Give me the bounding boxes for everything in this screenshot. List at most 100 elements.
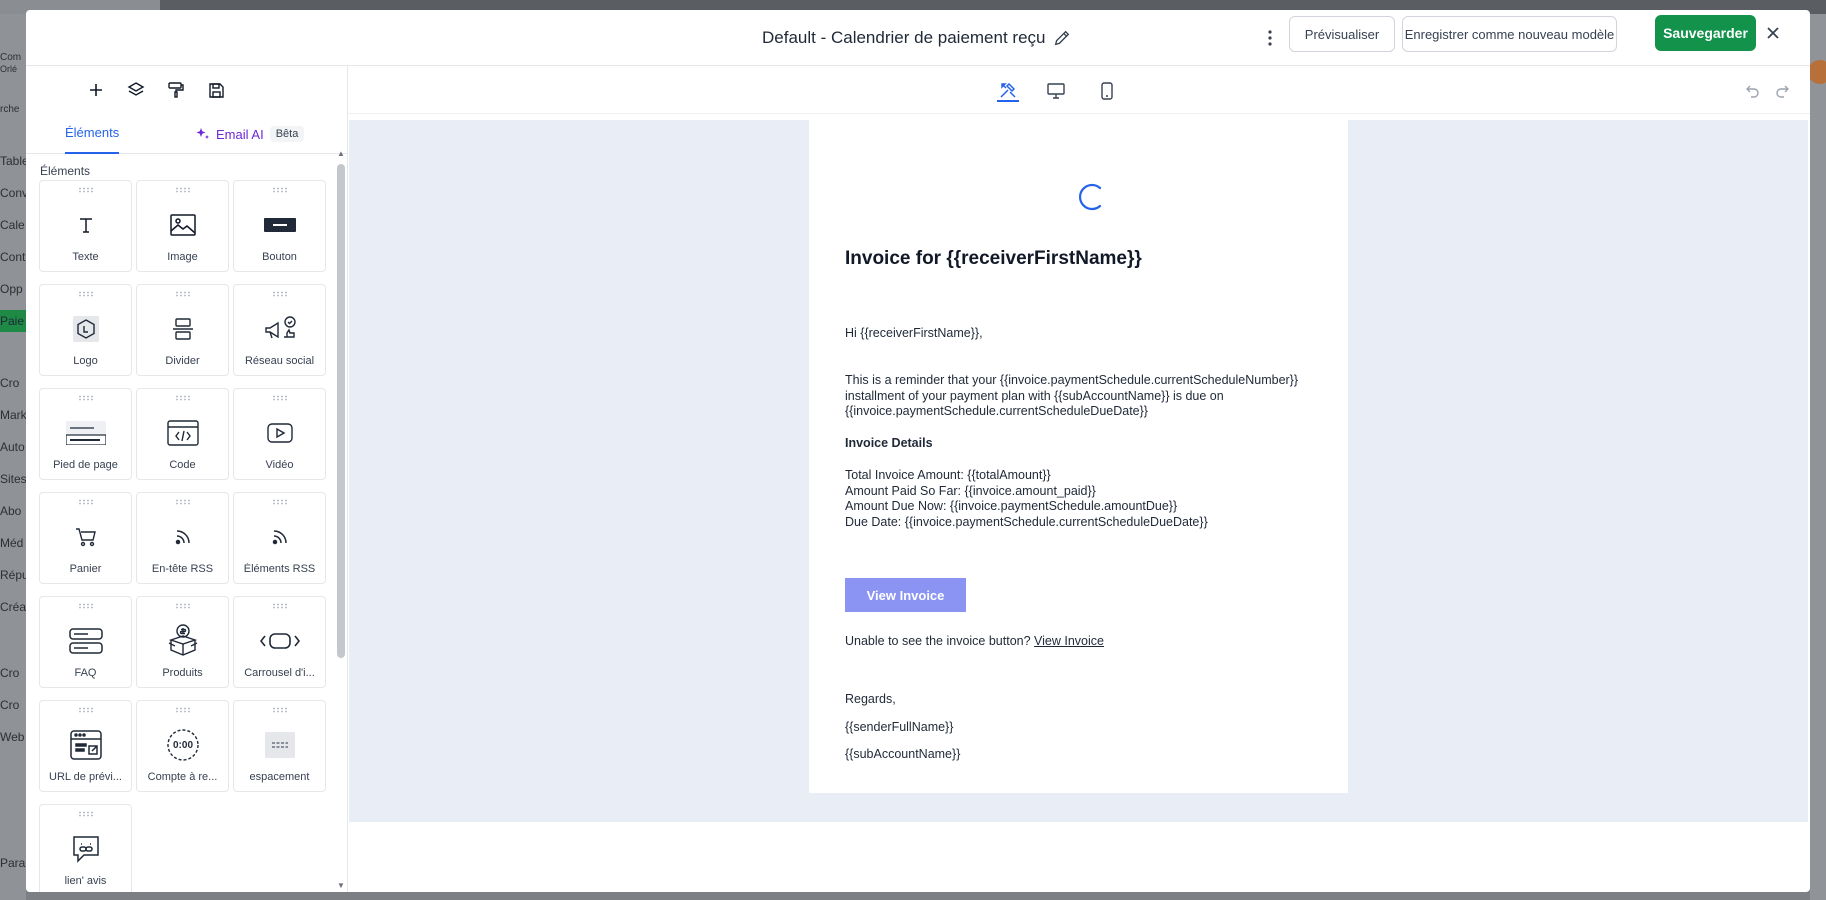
logo-icon (40, 315, 131, 343)
background-crumb: Com (0, 52, 22, 63)
drag-handle-icon[interactable] (78, 395, 94, 401)
beta-badge: Bêta (269, 126, 305, 142)
element-card-review-link[interactable]: lien' avis (39, 804, 132, 892)
save-disk-icon[interactable] (205, 79, 227, 101)
drag-handle-icon[interactable] (78, 707, 94, 713)
drag-handle-icon[interactable] (78, 291, 94, 297)
social-icon (234, 315, 325, 343)
drag-handle-icon[interactable] (272, 395, 288, 401)
mobile-view-icon[interactable] (1096, 80, 1118, 102)
element-label: Panier (69, 563, 102, 575)
view-invoice-link[interactable]: View Invoice (1034, 634, 1104, 648)
background-nav-item: Conv (0, 186, 26, 200)
element-card-carousel[interactable]: Carrousel d'i... (233, 596, 326, 688)
undo-icon[interactable] (1744, 82, 1762, 100)
pencil-icon[interactable] (1053, 29, 1071, 47)
more-options-icon[interactable] (1258, 24, 1282, 52)
drag-handle-icon[interactable] (175, 395, 191, 401)
element-label: Bouton (262, 251, 297, 263)
element-card-rss-items[interactable]: Éléments RSS (233, 492, 326, 584)
element-label: Logo (73, 355, 98, 367)
panel-scrollbar[interactable]: ▲ ▼ (337, 150, 345, 890)
background-sidebar: Com Orlé rche Table Conv Cale Cont Opp P… (0, 14, 26, 900)
add-icon[interactable] (85, 79, 107, 101)
drag-handle-icon[interactable] (175, 187, 191, 193)
element-card-preview-url[interactable]: URL de prévi... (39, 700, 132, 792)
layers-icon[interactable] (125, 79, 147, 101)
save-as-template-button[interactable]: Enregistrer comme nouveau modèle (1402, 16, 1617, 52)
drag-handle-icon[interactable] (272, 187, 288, 193)
drag-handle-icon[interactable] (78, 811, 94, 817)
element-label: Texte (72, 251, 99, 263)
element-card-products[interactable]: Produits (136, 596, 229, 688)
element-card-faq[interactable]: FAQ (39, 596, 132, 688)
element-card-cart[interactable]: Panier (39, 492, 132, 584)
countdown-text: 0:00 (172, 740, 192, 751)
element-label: Image (167, 251, 198, 263)
element-label: Produits (162, 667, 203, 679)
drag-handle-icon[interactable] (78, 187, 94, 193)
drag-handle-icon[interactable] (78, 499, 94, 505)
paint-roller-icon[interactable] (165, 79, 187, 101)
element-label: lien' avis (64, 875, 107, 887)
background-crumb: rche (0, 104, 20, 115)
canvas-toolbar (348, 66, 1810, 114)
scroll-up-icon[interactable]: ▲ (337, 150, 345, 158)
background-nav-item: Auto (0, 440, 25, 454)
element-card-spacer[interactable]: espacement (233, 700, 326, 792)
element-card-code[interactable]: Code (136, 388, 229, 480)
element-card-image[interactable]: Image (136, 180, 229, 272)
background-nav-item: Sites (0, 472, 26, 486)
element-card-text[interactable]: Texte (39, 180, 132, 272)
drag-handle-icon[interactable] (272, 291, 288, 297)
email-detail-paid: Amount Paid So Far: {{invoice.amount_pai… (845, 483, 1096, 498)
drag-handle-icon[interactable] (175, 291, 191, 297)
elements-panel: Éléments Email AI Bêta Éléments Texte Im… (26, 66, 348, 892)
element-label: Carrousel d'i... (244, 667, 315, 679)
element-card-logo[interactable]: Logo (39, 284, 132, 376)
scrollbar-thumb[interactable] (337, 164, 345, 658)
preview-button[interactable]: Prévisualiser (1289, 16, 1395, 52)
image-icon (137, 211, 228, 239)
tab-email-ai[interactable]: Email AI Bêta (196, 114, 305, 154)
scroll-down-icon[interactable]: ▼ (337, 882, 345, 890)
spacer-icon (234, 731, 325, 759)
drag-handle-icon[interactable] (78, 603, 94, 609)
drag-handle-icon[interactable] (272, 499, 288, 505)
element-card-footer[interactable]: Pied de page (39, 388, 132, 480)
desktop-view-icon[interactable] (1045, 80, 1067, 102)
drag-handle-icon[interactable] (175, 499, 191, 505)
builder-tools-icon[interactable] (997, 80, 1019, 102)
template-title-text: Default - Calendrier de paiement reçu (762, 28, 1046, 47)
background-nav-item: Web (0, 730, 25, 744)
email-title: Invoice for {{receiverFirstName}} (845, 248, 1142, 269)
element-card-button[interactable]: Bouton (233, 180, 326, 272)
panel-tabs: Éléments Email AI Bêta (26, 114, 348, 154)
view-invoice-button[interactable]: View Invoice (845, 578, 966, 612)
drag-handle-icon[interactable] (175, 707, 191, 713)
element-card-video[interactable]: Vidéo (233, 388, 326, 480)
element-card-social[interactable]: Réseau social (233, 284, 326, 376)
background-crumb: Orlé (0, 64, 18, 74)
drag-handle-icon[interactable] (175, 603, 191, 609)
review-link-icon (40, 835, 131, 863)
preview-url-icon (40, 730, 131, 760)
element-label: Pied de page (53, 459, 118, 471)
save-button[interactable]: Sauvegarder (1655, 15, 1756, 51)
modal-header: Default - Calendrier de paiement reçu Pr… (26, 10, 1810, 66)
email-preview[interactable]: Invoice for {{receiverFirstName}} Hi {{r… (809, 120, 1348, 793)
close-icon[interactable] (1762, 22, 1784, 44)
video-icon (234, 419, 325, 447)
redo-icon[interactable] (1773, 82, 1791, 100)
tab-elements[interactable]: Éléments (65, 114, 120, 154)
elements-section-label: Éléments (40, 164, 91, 178)
element-card-countdown[interactable]: 0:00 Compte à re... (136, 700, 229, 792)
drag-handle-icon[interactable] (272, 707, 288, 713)
email-details-heading: Invoice Details (845, 436, 933, 450)
element-card-divider[interactable]: Divider (136, 284, 229, 376)
background-nav-item: Table (0, 154, 26, 168)
background-nav-item: Cont (0, 250, 26, 264)
faq-icon (40, 627, 131, 655)
element-card-rss-header[interactable]: En-tête RSS (136, 492, 229, 584)
drag-handle-icon[interactable] (272, 603, 288, 609)
